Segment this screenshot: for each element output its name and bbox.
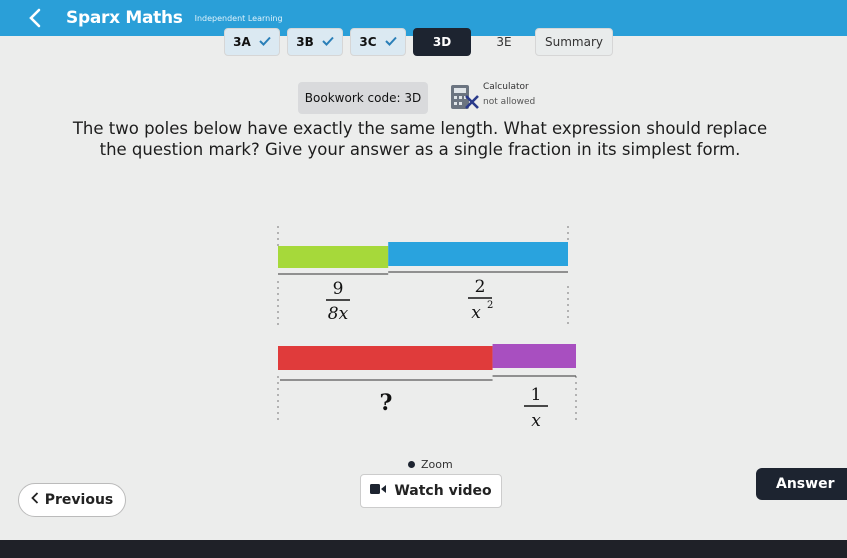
pole1-length-arrows xyxy=(278,271,568,275)
tab-3e[interactable]: 3E xyxy=(478,28,530,56)
previous-button[interactable]: Previous xyxy=(18,483,126,517)
poles-diagram: 9 8x 2 x 2 ? 1 x xyxy=(277,226,577,431)
tab-3a[interactable]: 3A xyxy=(224,28,280,56)
calculator-status: not allowed xyxy=(483,97,536,107)
calculator-not-allowed-icon xyxy=(450,84,480,110)
app-screen: Sparx Maths Independent Learning 3A 3B 3… xyxy=(0,0,847,540)
watch-video-button[interactable]: Watch video xyxy=(360,474,502,508)
pole2-length-arrows xyxy=(280,375,576,381)
pole1-green-segment xyxy=(278,246,389,268)
pole1-left-fraction: 9 8x xyxy=(326,279,350,324)
pole2-right-fraction: 1 x xyxy=(524,385,548,431)
tab-summary[interactable]: Summary xyxy=(535,28,613,56)
zoom-label: Zoom xyxy=(421,458,453,471)
pole1-right-exponent: 2 xyxy=(487,300,493,311)
app-subtitle: Independent Learning xyxy=(194,13,283,23)
zoom-control[interactable]: Zoom xyxy=(408,458,453,471)
answer-button[interactable]: Answer xyxy=(756,468,847,500)
bookwork-code: Bookwork code: 3D xyxy=(298,82,428,114)
pole2-unknown-label: ? xyxy=(380,390,393,416)
previous-label: Previous xyxy=(44,492,114,508)
tab-label: 3A xyxy=(233,35,251,49)
calculator-label: Calculator xyxy=(483,82,529,92)
pole1-right-fraction: 2 x 2 xyxy=(468,277,493,323)
tab-label: 3C xyxy=(359,35,377,49)
tab-label: 3E xyxy=(496,35,512,49)
tab-3b[interactable]: 3B xyxy=(287,28,343,56)
pole1-blue-segment xyxy=(388,242,568,266)
pole1-left-denominator: 8x xyxy=(328,304,349,324)
back-chevron-icon[interactable] xyxy=(24,7,46,29)
tab-label: 3B xyxy=(296,35,314,49)
pole2-purple-segment xyxy=(492,344,576,368)
pole1-right-denominator: x xyxy=(471,303,481,323)
app-brand: Sparx Maths xyxy=(66,8,183,28)
pole2-right-numerator: 1 xyxy=(531,385,542,405)
tab-label: 3D xyxy=(432,35,452,49)
zoom-icon xyxy=(408,461,415,468)
check-icon xyxy=(384,35,397,49)
pole2-right-denominator: x xyxy=(531,411,541,431)
question-text: The two poles below have exactly the sam… xyxy=(72,119,768,159)
task-tabs: 3A 3B 3C 3D 3E Summary xyxy=(224,28,613,56)
chevron-left-icon xyxy=(30,492,39,508)
pole1-right-numerator: 2 xyxy=(475,277,486,297)
tab-label: Summary xyxy=(545,35,603,49)
pole1-left-numerator: 9 xyxy=(333,279,344,299)
tab-3d[interactable]: 3D xyxy=(413,28,471,56)
tab-3c[interactable]: 3C xyxy=(350,28,406,56)
check-icon xyxy=(322,35,334,49)
check-icon xyxy=(259,35,271,49)
watch-video-label: Watch video xyxy=(394,483,492,499)
video-camera-icon xyxy=(370,483,387,499)
pole2-red-segment xyxy=(278,346,493,370)
